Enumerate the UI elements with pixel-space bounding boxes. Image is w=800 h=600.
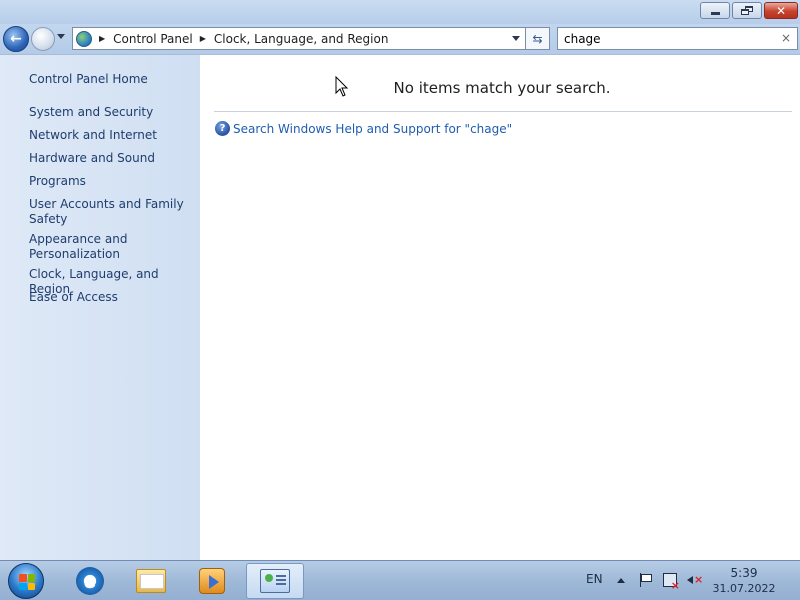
back-arrow-icon: ←	[10, 31, 22, 47]
left-navigation-pane: Control Panel Home System and Security N…	[0, 54, 200, 560]
language-indicator[interactable]: EN	[586, 572, 603, 586]
title-bar: ✕	[0, 0, 800, 24]
divider	[214, 111, 792, 112]
sidebar-item-user-accounts[interactable]: User Accounts and Family Safety	[29, 197, 195, 227]
close-button[interactable]: ✕	[764, 2, 798, 19]
sidebar-item-control-panel-home[interactable]: Control Panel Home	[29, 72, 195, 87]
clock-date: 31.07.2022	[712, 582, 776, 595]
windows-logo-icon	[19, 574, 35, 590]
sidebar-item-appearance[interactable]: Appearance and Personalization	[29, 232, 149, 262]
sidebar-item-system-and-security[interactable]: System and Security	[29, 105, 195, 120]
content-pane: No items match your search. ? Search Win…	[200, 54, 800, 560]
minimize-button[interactable]	[700, 2, 730, 19]
caption-buttons: ✕	[700, 2, 798, 20]
back-button[interactable]: ←	[3, 26, 29, 52]
clear-search-icon[interactable]: ×	[779, 31, 793, 45]
taskbar-internet-explorer[interactable]: e	[62, 563, 118, 599]
taskbar-windows-explorer[interactable]	[123, 563, 179, 599]
sidebar-item-ease-of-access[interactable]: Ease of Access	[29, 290, 195, 305]
address-bar[interactable]: ▶ Control Panel ▶ Clock, Language, and R…	[72, 27, 526, 50]
sidebar-item-programs[interactable]: Programs	[29, 174, 195, 189]
search-input[interactable]	[557, 27, 798, 50]
help-search-link-text[interactable]: Search Windows Help and Support for "cha…	[233, 122, 512, 136]
no-results-message: No items match your search.	[393, 79, 611, 97]
breadcrumb-control-panel[interactable]: Control Panel	[113, 32, 193, 46]
control-panel-icon	[260, 569, 290, 593]
help-icon: ?	[215, 121, 230, 136]
clock[interactable]: 5:39 31.07.2022	[710, 565, 778, 597]
navigation-bar: ← ▶ Control Panel ▶ Clock, Language, and…	[0, 24, 800, 54]
action-center-flag-icon[interactable]	[638, 573, 652, 587]
sidebar-item-hardware-and-sound[interactable]: Hardware and Sound	[29, 151, 195, 166]
sidebar-item-network-and-internet[interactable]: Network and Internet	[29, 128, 195, 143]
minimize-icon	[710, 12, 720, 15]
breadcrumb-clock-language-region[interactable]: Clock, Language, and Region	[214, 32, 389, 46]
close-icon: ✕	[775, 3, 787, 18]
address-dropdown-icon[interactable]	[512, 36, 520, 41]
taskbar: e EN 5:39 31.07.2022	[0, 560, 800, 600]
taskbar-control-panel[interactable]	[246, 563, 304, 599]
control-panel-globe-icon	[76, 30, 92, 47]
mouse-cursor-icon	[335, 76, 349, 97]
forward-button[interactable]	[31, 27, 55, 51]
start-button[interactable]	[8, 563, 44, 599]
network-disconnected-icon[interactable]	[663, 573, 680, 592]
breadcrumb-separator-icon[interactable]: ▶	[99, 34, 105, 43]
help-search-link[interactable]: ? Search Windows Help and Support for "c…	[215, 121, 512, 136]
internet-explorer-icon: e	[76, 567, 104, 595]
show-hidden-icons-icon[interactable]	[617, 578, 625, 583]
media-player-icon	[199, 568, 225, 594]
breadcrumb-separator-icon[interactable]: ▶	[200, 34, 206, 43]
clock-time: 5:39	[730, 566, 758, 580]
refresh-button[interactable]: ⇆	[526, 27, 550, 50]
windows-explorer-icon	[136, 569, 166, 593]
restore-icon	[741, 6, 753, 15]
refresh-icon: ⇆	[532, 31, 543, 46]
taskbar-media-player[interactable]	[184, 563, 240, 599]
volume-muted-icon[interactable]	[687, 573, 703, 587]
restore-button[interactable]	[732, 2, 762, 19]
recent-pages-dropdown[interactable]	[57, 34, 65, 39]
